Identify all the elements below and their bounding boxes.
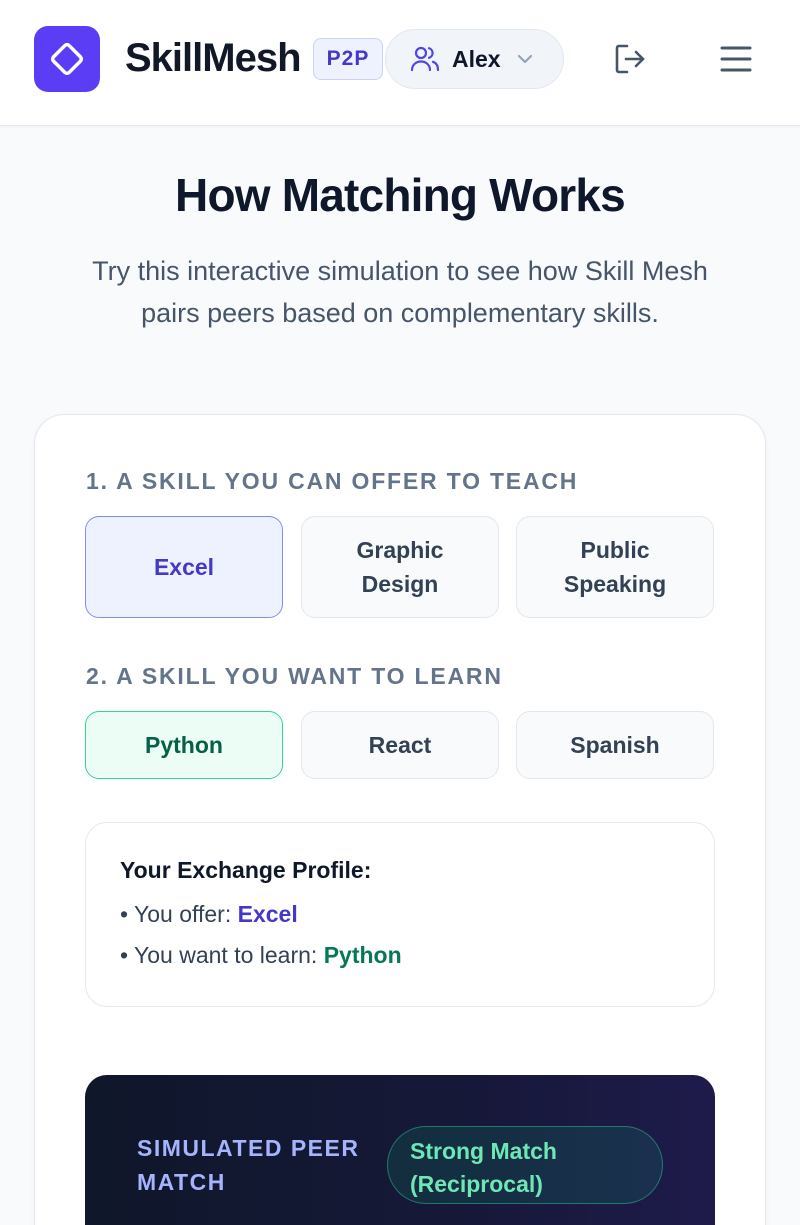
users-icon xyxy=(410,46,440,72)
teach-option-graphic-design[interactable]: Graphic Design xyxy=(301,516,499,618)
hamburger-menu-icon xyxy=(720,46,752,72)
teach-option-excel[interactable]: Excel xyxy=(85,516,283,618)
profile-offer-prefix: • You offer: xyxy=(120,901,238,927)
profile-offer-value: Excel xyxy=(237,901,298,927)
teach-option-label: Graphic Design xyxy=(356,537,444,597)
app-logo[interactable] xyxy=(34,26,100,92)
peer-match-label: SIMULATED PEER MATCH xyxy=(137,1135,360,1195)
teach-section-label: 1. A SKILL YOU CAN OFFER TO TEACH xyxy=(86,468,579,494)
simulated-peer-match-panel: SIMULATED PEER MATCH Strong Match (Recip… xyxy=(85,1075,715,1225)
exchange-profile: Your Exchange Profile: • You offer: Exce… xyxy=(85,822,715,1007)
menu-button[interactable] xyxy=(710,36,762,82)
app-header: SkillMesh P2P Alex xyxy=(0,0,800,126)
p2p-badge: P2P xyxy=(313,38,383,80)
page-title: How Matching Works xyxy=(175,169,626,221)
learn-option-python[interactable]: Python xyxy=(85,711,283,779)
teach-option-label: Public Speaking xyxy=(563,537,667,597)
teach-option-public-speaking[interactable]: Public Speaking xyxy=(516,516,714,618)
profile-title: Your Exchange Profile: xyxy=(120,857,372,883)
page-subtitle: Try this interactive simulation to see h… xyxy=(92,256,708,328)
learn-option-spanish[interactable]: Spanish xyxy=(516,711,714,779)
profile-learn-prefix: • You want to learn: xyxy=(120,942,324,968)
learn-section-label: 2. A SKILL YOU WANT TO LEARN xyxy=(86,663,503,689)
user-name: Alex xyxy=(452,45,501,72)
brand-name: SkillMesh xyxy=(125,36,302,80)
profile-learn-value: Python xyxy=(323,942,402,968)
diamond-icon xyxy=(50,42,84,76)
match-status-badge: Strong Match (Reciprocal) xyxy=(387,1126,663,1204)
profile-offer-line: • You offer: Excel xyxy=(120,894,714,935)
profile-learn-line: • You want to learn: Python xyxy=(120,935,714,976)
chevron-down-icon xyxy=(517,54,532,64)
logout-icon xyxy=(615,44,645,74)
logout-button[interactable] xyxy=(606,38,656,80)
user-menu-button[interactable]: Alex xyxy=(385,29,564,89)
learn-option-react[interactable]: React xyxy=(301,711,499,779)
